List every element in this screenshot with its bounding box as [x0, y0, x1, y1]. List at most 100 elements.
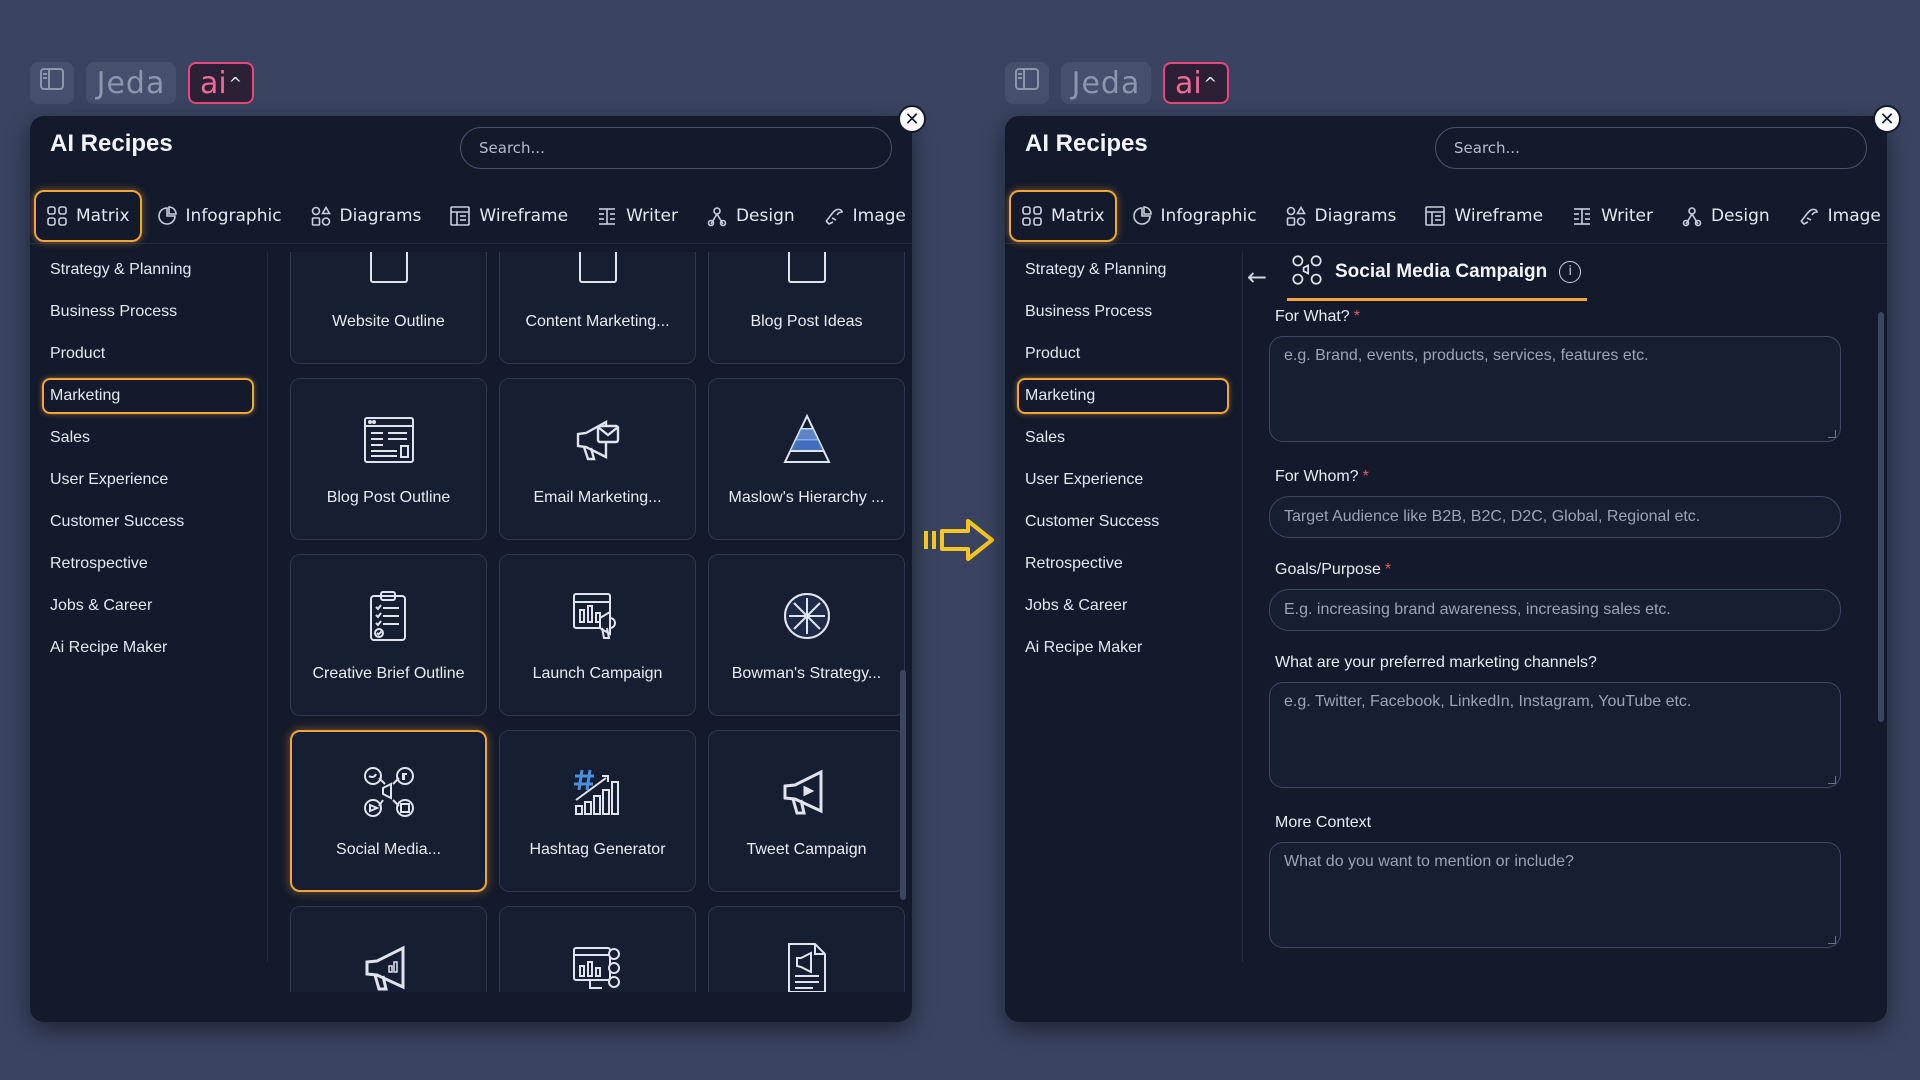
info-icon[interactable]: i: [1559, 260, 1582, 283]
tab-diagrams[interactable]: Diagrams: [296, 190, 436, 242]
input-goals-purpose[interactable]: E.g. increasing brand awareness, increas…: [1269, 589, 1841, 631]
jeda-logo-button[interactable]: Jeda: [1061, 62, 1151, 104]
sidebar-item-product[interactable]: Product: [1013, 336, 1242, 372]
sidebar-item-jobs-career[interactable]: Jobs & Career: [1013, 588, 1242, 624]
tab-label: Matrix: [1051, 205, 1105, 226]
scene: Jeda ai ^ AI Recipes Search... Matrix Infograp…: [0, 0, 1920, 1080]
tab-infographic[interactable]: Infographic: [1117, 190, 1271, 242]
sidebar-item-business-process[interactable]: Business Process: [38, 294, 267, 330]
ai-button[interactable]: ai ^: [188, 62, 254, 104]
sidebar-item-retrospective[interactable]: Retrospective: [1013, 546, 1242, 582]
sidebar-item-sales[interactable]: Sales: [38, 420, 267, 456]
recipe-card-label: Email Marketing...: [533, 488, 662, 506]
label-for-what: For What? *: [1275, 308, 1360, 326]
sidebar-item-jobs-career[interactable]: Jobs & Career: [38, 588, 267, 624]
recipe-title-tab: Social Media Campaign i: [1287, 254, 1588, 301]
back-arrow-icon[interactable]: ←: [1247, 263, 1277, 291]
resize-handle-icon[interactable]: [1828, 430, 1836, 438]
sidebar-item-product[interactable]: Product: [38, 336, 267, 372]
resize-handle-icon[interactable]: [1828, 776, 1836, 784]
tab-design[interactable]: Design: [692, 190, 809, 242]
tab-label: Infographic: [185, 205, 282, 226]
diagrams-icon: [310, 205, 332, 227]
jeda-logo: Jeda: [1071, 65, 1141, 101]
jeda-logo-button[interactable]: Jeda: [86, 62, 176, 104]
tab-matrix[interactable]: Matrix: [34, 189, 142, 242]
recipe-card-bowman-s-strategy[interactable]: Bowman's Strategy...: [708, 554, 905, 716]
chevron-up-icon: ^: [1203, 73, 1218, 93]
grid-scrollbar[interactable]: [900, 670, 906, 900]
recipe-card-launch-campaign[interactable]: Launch Campaign: [499, 554, 696, 716]
sidebar-item-user-experience[interactable]: User Experience: [1013, 462, 1242, 498]
recipe-card-social-media[interactable]: Social Media...: [290, 730, 487, 892]
recipe-card-ad-campaign-strategy[interactable]: Ad Campaign Strategy: [708, 906, 905, 992]
sidebar-toggle-button[interactable]: [1005, 62, 1049, 104]
recipe-card-creative-brief-outline[interactable]: Creative Brief Outline: [290, 554, 487, 716]
sidebar-item-user-experience[interactable]: User Experience: [38, 462, 267, 498]
sidebar-item-marketing[interactable]: Marketing: [42, 378, 254, 414]
recipe-card-content-marketing[interactable]: Content Marketing...: [499, 252, 696, 364]
recipe-card-tweet-campaign[interactable]: Tweet Campaign: [708, 730, 905, 892]
form-scrollbar[interactable]: [1878, 312, 1884, 722]
tab-label: Diagrams: [339, 205, 422, 226]
sidebar-item-strategy-planning[interactable]: Strategy & Planning: [1013, 252, 1242, 288]
writer-icon: [1571, 205, 1593, 227]
tab-wireframe[interactable]: Wireframe: [1410, 190, 1557, 242]
recipe-card-maslow-s-hierarchy[interactable]: Maslow's Hierarchy ...: [708, 378, 905, 540]
recipe-card-label: Content Marketing...: [525, 312, 670, 330]
recipe-card-label: Maslow's Hierarchy ...: [728, 488, 885, 506]
recipe-card-email-marketing[interactable]: Email Marketing...: [499, 378, 696, 540]
input-for-whom[interactable]: Target Audience like B2B, B2C, D2C, Glob…: [1269, 496, 1841, 538]
tab-infographic[interactable]: Infographic: [142, 190, 296, 242]
sidebar-item-customer-success[interactable]: Customer Success: [38, 504, 267, 540]
sidebar-item-ai-recipe-maker[interactable]: Ai Recipe Maker: [1013, 630, 1242, 666]
search-input[interactable]: Search...: [1435, 127, 1867, 169]
sidebar-item-marketing[interactable]: Marketing: [1017, 378, 1229, 414]
hashtag-chart-icon: [570, 764, 626, 825]
design-icon: [1681, 205, 1703, 227]
recipe-card-label: Creative Brief Outline: [312, 664, 465, 682]
tab-image[interactable]: Image: [809, 190, 912, 242]
resize-handle-icon[interactable]: [1828, 936, 1836, 944]
tab-design[interactable]: Design: [1667, 190, 1784, 242]
sidebar-toggle-button[interactable]: [30, 62, 74, 104]
required-marker: *: [1362, 468, 1369, 485]
diagrams-icon: [1285, 205, 1307, 227]
top-toolbar-left: Jeda ai ^: [30, 62, 254, 104]
recipe-card-blog-post-ideas[interactable]: Blog Post Ideas: [708, 252, 905, 364]
sidebar-item-retrospective[interactable]: Retrospective: [38, 546, 267, 582]
input-more-context[interactable]: What do you want to mention or include?: [1269, 842, 1841, 948]
recipe-title: Social Media Campaign: [1335, 260, 1548, 282]
recipe-card-linkedin-ad[interactable]: LinkedIn Ad...: [290, 906, 487, 992]
tab-writer[interactable]: Writer: [582, 190, 692, 242]
sidebar-item-business-process[interactable]: Business Process: [1013, 294, 1242, 330]
tab-wireframe[interactable]: Wireframe: [435, 190, 582, 242]
recipe-card-label: Hashtag Generator: [529, 840, 666, 858]
close-button[interactable]: ✕: [1873, 105, 1901, 133]
sidebar-toggle-icon: [38, 65, 66, 101]
sidebar-item-customer-success[interactable]: Customer Success: [1013, 504, 1242, 540]
recipe-card-website-outline[interactable]: Website Outline: [290, 252, 487, 364]
recipe-card-target-audience[interactable]: Target Audience...: [499, 906, 696, 992]
ideas-icon: [779, 252, 835, 297]
infographic-icon: [156, 205, 178, 227]
input-what-are-your-preferred-marketing-channels[interactable]: e.g. Twitter, Facebook, LinkedIn, Instag…: [1269, 682, 1841, 788]
tab-matrix[interactable]: Matrix: [1009, 189, 1117, 242]
input-for-what[interactable]: e.g. Brand, events, products, services, …: [1269, 336, 1841, 442]
sidebar-item-strategy-planning[interactable]: Strategy & Planning: [38, 252, 267, 288]
recipe-card-hashtag-generator[interactable]: Hashtag Generator: [499, 730, 696, 892]
ai-button[interactable]: ai ^: [1163, 62, 1229, 104]
recipe-card-blog-post-outline[interactable]: Blog Post Outline: [290, 378, 487, 540]
image-icon: [1798, 205, 1820, 227]
tab-image[interactable]: Image: [1784, 190, 1887, 242]
tab-label: Writer: [1601, 205, 1653, 226]
close-icon: ✕: [1879, 108, 1895, 130]
sidebar-item-ai-recipe-maker[interactable]: Ai Recipe Maker: [38, 630, 267, 666]
tab-writer[interactable]: Writer: [1557, 190, 1667, 242]
ai-recipes-panel-left: AI Recipes Search... Matrix Infographic Diag…: [30, 116, 912, 1022]
field-placeholder: e.g. Brand, events, products, services, …: [1284, 347, 1649, 364]
sidebar-item-sales[interactable]: Sales: [1013, 420, 1242, 456]
tab-diagrams[interactable]: Diagrams: [1271, 190, 1411, 242]
search-input[interactable]: Search...: [460, 127, 892, 169]
close-button[interactable]: ✕: [898, 105, 926, 133]
